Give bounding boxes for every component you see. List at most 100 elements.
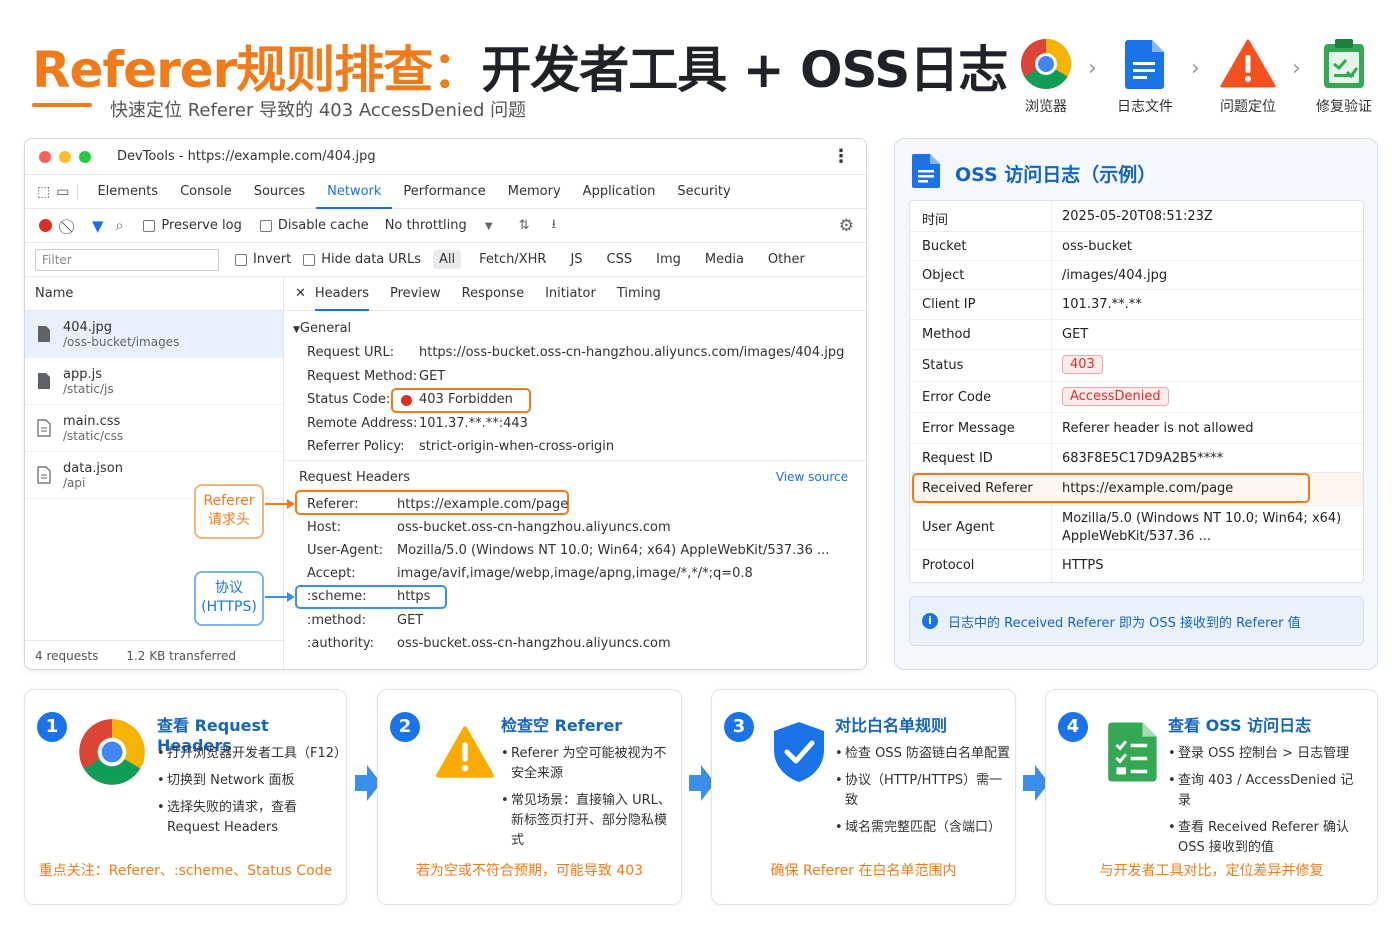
callout-referer: Referer 请求头 <box>194 484 264 539</box>
filter-type-img[interactable]: Img <box>650 250 687 269</box>
list-item: 查询 403 / AccessDenied 记录 <box>1168 771 1364 811</box>
hide-data-urls-checkbox[interactable]: Hide data URLs <box>303 252 421 267</box>
clipboard-list-icon <box>1098 716 1168 788</box>
step-title: 对比白名单规则 <box>835 716 948 735</box>
json-file-icon <box>35 466 53 484</box>
tab-console[interactable]: Console <box>169 175 243 209</box>
chrome-icon <box>77 716 147 788</box>
tab-performance[interactable]: Performance <box>392 175 496 209</box>
detail-tabs: ✕ Headers Preview Response Initiator Tim… <box>285 277 866 311</box>
flow-label: 问题定位 <box>1220 99 1276 115</box>
tab-sources[interactable]: Sources <box>243 175 316 209</box>
oss-log-table: 时间 2025-05-20T08:51:23Z Bucket oss-bucket … <box>909 200 1364 583</box>
list-item: Referer 为空可能被视为不安全来源 <box>501 744 679 784</box>
tab-elements[interactable]: Elements <box>86 175 169 209</box>
step-footnote: 若为空或不符合预期，可能导致 403 <box>415 863 644 879</box>
header-accept: Accept: image/avif,image/webp,image/apng,… <box>307 566 753 581</box>
tab-timing[interactable]: Timing <box>617 286 661 301</box>
tab-security[interactable]: Security <box>666 175 741 209</box>
error-status-dot <box>401 395 412 406</box>
step-items: Referer 为空可能被视为不安全来源 常见场景：直接输入 URL、新标签页打… <box>501 744 679 858</box>
step-footnote: 重点关注：Referer、:scheme、Status Code <box>38 863 333 879</box>
tab-preview[interactable]: Preview <box>390 286 441 301</box>
document-icon <box>911 153 941 194</box>
request-row-main-css[interactable]: main.css/static/css <box>25 405 283 452</box>
filter-icon[interactable]: ▼ <box>92 217 104 235</box>
network-summary: 4 requests 1.2 KB transferred <box>25 640 284 669</box>
list-item: 选择失败的请求，查看 Request Headers <box>157 798 343 838</box>
status-badge: 403 <box>1062 355 1103 374</box>
general-status-code: Status Code: 403 Forbidden <box>307 392 513 407</box>
log-row: Client IP 101.37.**.** <box>910 290 1363 320</box>
filter-type-other[interactable]: Other <box>762 250 811 269</box>
header-referer: Referer: https://example.com/page <box>307 497 569 512</box>
request-row-404[interactable]: 404.jpg/oss-bucket/images <box>25 311 283 358</box>
tab-memory[interactable]: Memory <box>497 175 572 209</box>
image-file-icon <box>35 325 53 343</box>
name-column-header[interactable]: Name <box>25 277 283 311</box>
close-window-button[interactable] <box>39 150 51 163</box>
stylesheet-file-icon <box>35 419 53 437</box>
network-conditions-icon[interactable]: ⇅ <box>519 218 530 233</box>
step-footnote: 与开发者工具对比，定位差异并修复 <box>1099 863 1324 879</box>
filter-type-media[interactable]: Media <box>699 250 750 269</box>
log-row: Error Message Referer header is not allow… <box>910 413 1363 444</box>
disable-cache-checkbox[interactable]: Disable cache <box>259 218 369 233</box>
title-underline <box>32 103 92 107</box>
log-row: Bucket oss-bucket <box>910 232 1363 261</box>
chevron-right-icon: › <box>1191 56 1200 81</box>
close-detail-icon[interactable]: ✕ <box>295 286 306 301</box>
script-file-icon <box>35 372 53 390</box>
devtools-tabs: ⬚ ▭ Elements Console Sources Network Per… <box>25 175 866 209</box>
oss-panel-title: OSS 访问日志（示例） <box>955 164 1157 186</box>
device-toolbar-icon[interactable]: ▭ <box>56 183 79 200</box>
header-scheme: :scheme: https <box>307 589 431 604</box>
request-row-app-js[interactable]: app.js/static/js <box>25 358 283 405</box>
log-row: Request ID 683F8E5C17D9A2B5**** <box>910 444 1363 473</box>
clipboard-check-icon <box>1304 36 1384 92</box>
list-item: 查看 Received Referer 确认 OSS 接收到的值 <box>1168 818 1364 858</box>
log-row: Method GET <box>910 320 1363 350</box>
oss-log-panel: OSS 访问日志（示例） 时间 2025-05-20T08:51:23Z Buck… <box>894 138 1378 670</box>
maximize-window-button[interactable] <box>79 150 91 163</box>
tab-response[interactable]: Response <box>462 286 524 301</box>
minimize-window-button[interactable] <box>59 150 71 163</box>
log-row: Error Code AccessDenied <box>910 382 1363 413</box>
throttling-select[interactable]: No throttling ▼ <box>385 218 493 233</box>
step-number: 4 <box>1058 712 1088 742</box>
general-section-toggle[interactable]: ▼General <box>293 321 351 336</box>
view-source-link[interactable]: View source <box>776 470 848 484</box>
filter-type-fetch[interactable]: Fetch/XHR <box>473 250 552 269</box>
filter-input[interactable]: Filter <box>35 248 219 271</box>
general-request-url: Request URL: https://oss-bucket.oss-cn-ha… <box>307 345 845 360</box>
settings-gear-icon[interactable]: ⚙ <box>839 216 854 236</box>
log-row: User Agent Mozilla/5.0 (Windows NT 10.0; … <box>910 506 1363 550</box>
search-icon[interactable]: ⌕ <box>116 218 124 234</box>
filter-type-css[interactable]: CSS <box>601 250 639 269</box>
header-host: Host: oss-bucket.oss-cn-hangzhou.aliyuncs… <box>307 520 671 535</box>
more-options-icon[interactable]: ⋮ <box>832 146 850 167</box>
filter-type-js[interactable]: JS <box>564 250 588 269</box>
step-items: 检查 OSS 防盗链白名单配置 协议（HTTP/HTTPS）需一致 域名需完整匹… <box>835 744 1013 845</box>
list-item: 登录 OSS 控制台 > 日志管理 <box>1168 744 1364 764</box>
title-main: 开发者工具 + OSS日志 <box>481 41 1008 99</box>
tab-initiator[interactable]: Initiator <box>545 286 596 301</box>
tab-application[interactable]: Application <box>572 175 667 209</box>
preserve-log-checkbox[interactable]: Preserve log <box>143 218 242 233</box>
step-card-3: 3 对比白名单规则 检查 OSS 防盗链白名单配置 协议（HTTP/HTTPS）… <box>711 689 1016 905</box>
step-title: 检查空 Referer <box>501 716 623 735</box>
network-toolbar: ⃠ ▼ ⌕ Preserve log Disable cache No thro… <box>25 209 866 243</box>
invert-checkbox[interactable]: Invert <box>235 252 291 267</box>
chevron-right-icon: › <box>1292 56 1301 81</box>
tab-network[interactable]: Network <box>316 175 393 209</box>
chrome-icon <box>1006 36 1086 92</box>
record-icon[interactable] <box>39 219 52 232</box>
filter-type-all[interactable]: All <box>432 250 462 269</box>
list-item: 域名需完整匹配（含端口） <box>835 818 1013 838</box>
import-har-icon[interactable]: ⭳ <box>552 215 557 237</box>
chevron-right-icon: › <box>1088 56 1097 81</box>
transferred-size: 1.2 KB transferred <box>126 648 236 663</box>
inspect-element-icon[interactable]: ⬚ <box>37 184 50 200</box>
tab-headers[interactable]: Headers <box>314 277 370 311</box>
log-row: 时间 2025-05-20T08:51:23Z <box>910 201 1363 232</box>
